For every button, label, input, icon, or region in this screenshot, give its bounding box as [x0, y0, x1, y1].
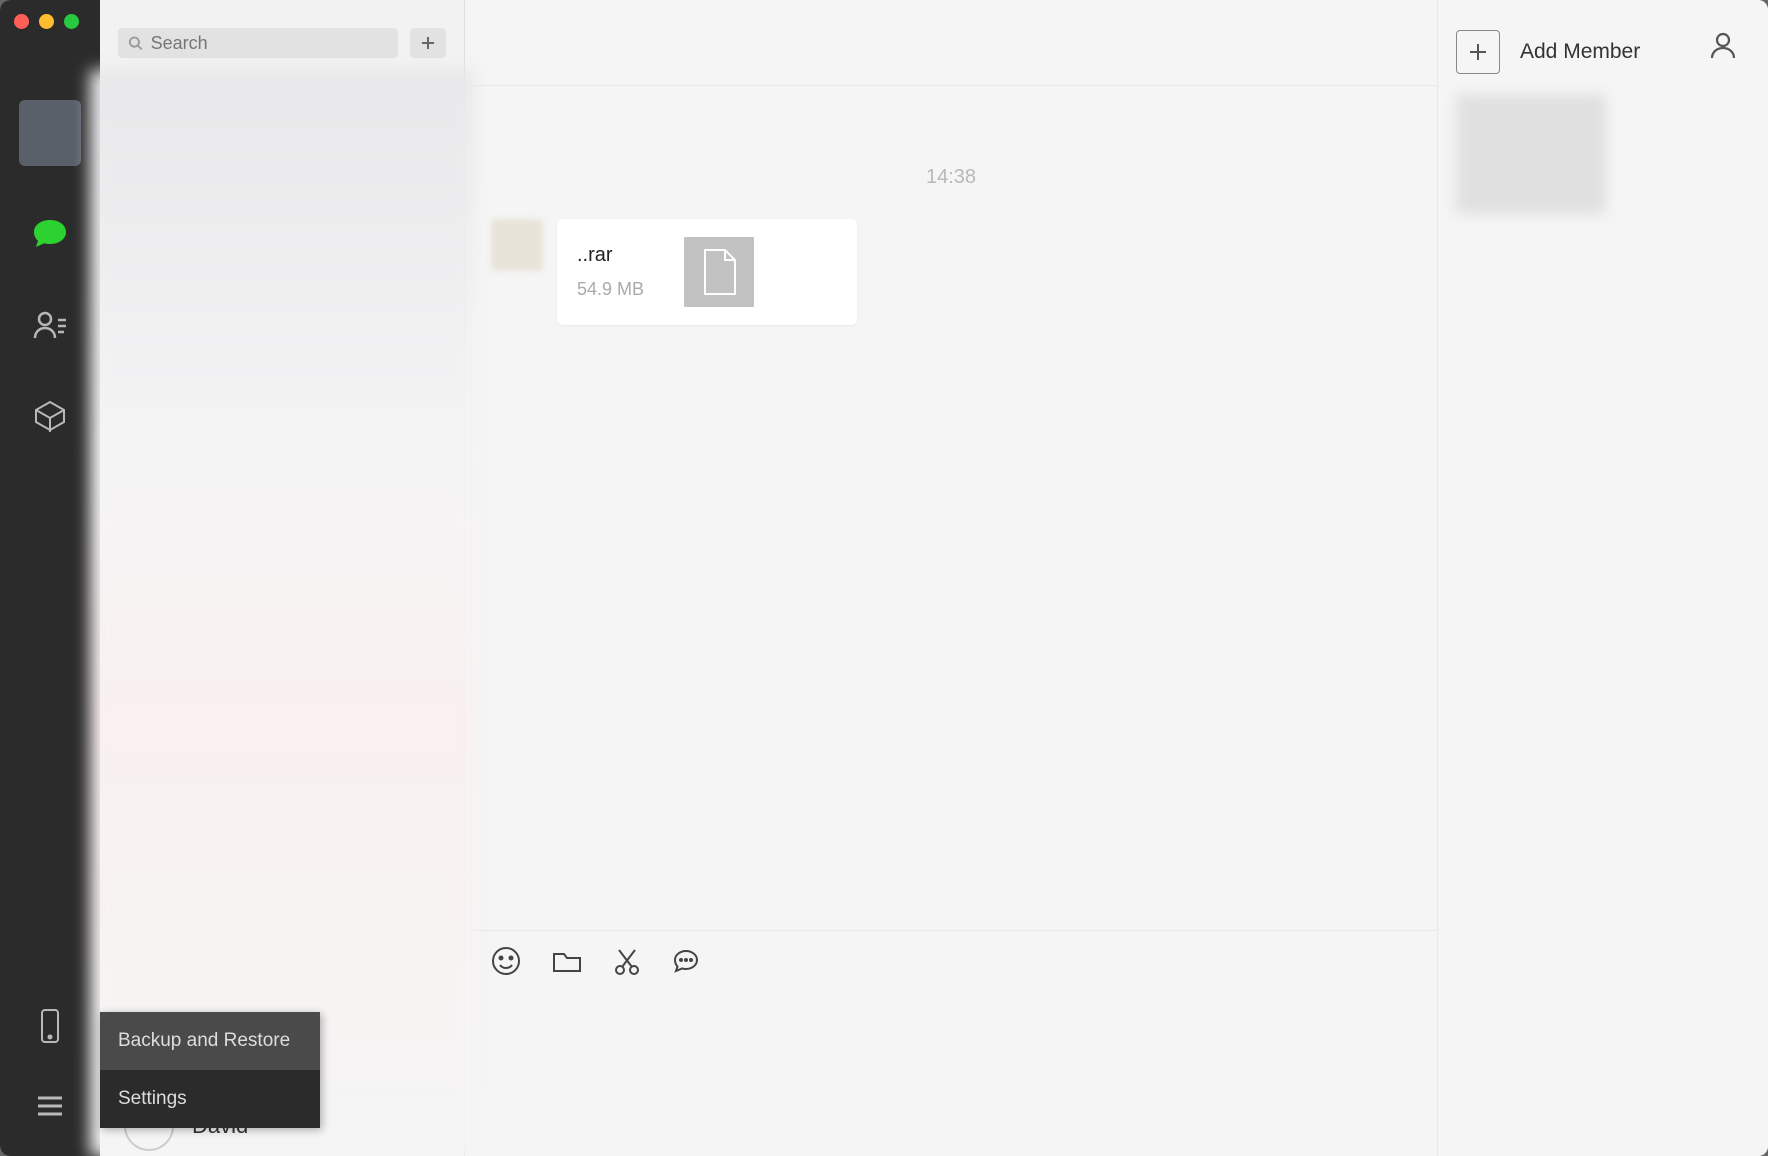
member-avatar[interactable] — [1456, 94, 1606, 214]
app-window: Backup and Restore Settings David 14:38 — [0, 0, 1768, 1156]
menu-item-backup-restore[interactable]: Backup and Restore — [100, 1012, 320, 1070]
file-attachment[interactable]: ..rar 54.9 MB — [557, 219, 857, 325]
chat-list[interactable] — [90, 70, 474, 1156]
chat-header — [465, 0, 1437, 86]
chat-area: 14:38 ..rar 54.9 MB — [465, 0, 1438, 1156]
collections-tab-icon[interactable] — [30, 396, 70, 436]
sender-avatar[interactable] — [491, 219, 543, 271]
file-name: ..rar — [577, 244, 644, 267]
chat-input-toolbar — [465, 930, 1437, 996]
menu-item-settings[interactable]: Settings — [100, 1070, 320, 1128]
contacts-tab-icon[interactable] — [30, 306, 70, 346]
emoji-icon[interactable] — [491, 946, 521, 981]
chat-messages: 14:38 ..rar 54.9 MB — [465, 86, 1437, 930]
minimize-window-button[interactable] — [39, 14, 54, 29]
add-member-button[interactable] — [1456, 30, 1500, 74]
context-menu: Backup and Restore Settings — [100, 1012, 320, 1128]
chat-list-sidebar: David — [100, 0, 465, 1156]
search-input[interactable] — [151, 33, 388, 54]
window-traffic-lights — [14, 14, 79, 29]
file-info: ..rar 54.9 MB — [577, 244, 644, 300]
right-panel: Add Member — [1438, 0, 1768, 1156]
sidebar-top-bar — [100, 0, 464, 70]
close-window-button[interactable] — [14, 14, 29, 29]
search-icon — [128, 35, 143, 51]
search-box[interactable] — [118, 28, 398, 58]
chat-input-area[interactable] — [465, 996, 1437, 1156]
main-area: 14:38 ..rar 54.9 MB — [465, 0, 1768, 1156]
menu-icon[interactable] — [30, 1086, 70, 1126]
message-row: ..rar 54.9 MB — [491, 219, 1417, 325]
folder-icon[interactable] — [551, 946, 583, 981]
file-icon — [684, 237, 754, 307]
more-icon[interactable] — [671, 946, 701, 981]
profile-icon[interactable] — [1708, 30, 1738, 65]
nav-sidebar — [0, 0, 100, 1156]
maximize-window-button[interactable] — [64, 14, 79, 29]
add-member-row: Add Member — [1456, 30, 1750, 74]
plus-icon — [420, 35, 436, 51]
message-timestamp: 14:38 — [485, 166, 1417, 189]
chats-tab-icon[interactable] — [30, 216, 70, 256]
file-size: 54.9 MB — [577, 279, 644, 300]
plus-icon — [1467, 41, 1489, 63]
user-avatar[interactable] — [19, 100, 81, 166]
scissors-icon[interactable] — [613, 946, 641, 981]
phone-tab-icon[interactable] — [30, 1006, 70, 1046]
add-member-label: Add Member — [1520, 40, 1640, 64]
new-chat-button[interactable] — [410, 28, 446, 58]
